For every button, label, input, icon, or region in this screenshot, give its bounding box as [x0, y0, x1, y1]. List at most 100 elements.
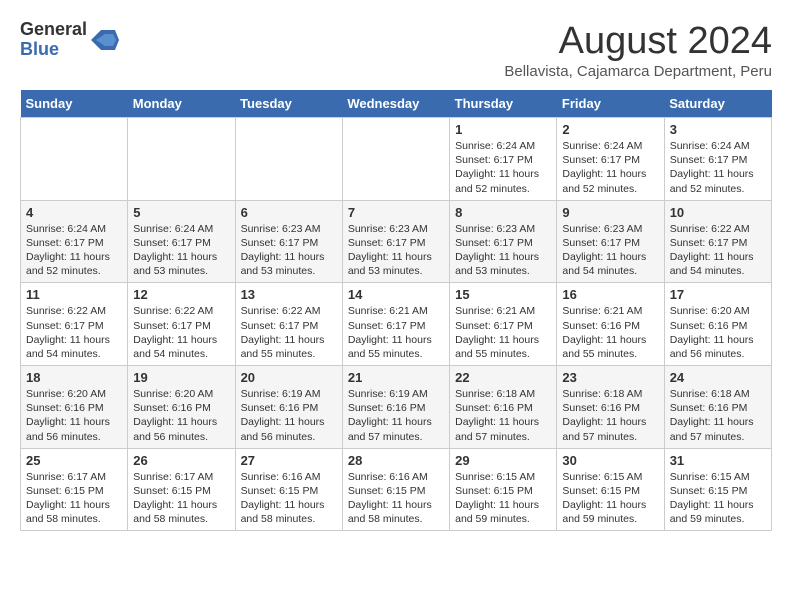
day-info: Sunrise: 6:18 AM Sunset: 6:16 PM Dayligh…	[670, 387, 766, 444]
month-year-title: August 2024	[504, 20, 772, 63]
day-info: Sunrise: 6:23 AM Sunset: 6:17 PM Dayligh…	[455, 222, 551, 279]
day-number: 20	[241, 370, 337, 385]
day-info: Sunrise: 6:16 AM Sunset: 6:15 PM Dayligh…	[348, 470, 444, 527]
calendar-cell: 31 Sunrise: 6:15 AM Sunset: 6:15 PM Dayli…	[664, 448, 771, 531]
day-number: 14	[348, 287, 444, 302]
day-info: Sunrise: 6:20 AM Sunset: 6:16 PM Dayligh…	[670, 304, 766, 361]
day-info: Sunrise: 6:15 AM Sunset: 6:15 PM Dayligh…	[562, 470, 658, 527]
calendar-cell	[21, 118, 128, 201]
calendar-cell: 15 Sunrise: 6:21 AM Sunset: 6:17 PM Dayli…	[450, 283, 557, 366]
header-day-sunday: Sunday	[21, 90, 128, 118]
calendar-cell: 7 Sunrise: 6:23 AM Sunset: 6:17 PM Daylig…	[342, 200, 449, 283]
day-info: Sunrise: 6:24 AM Sunset: 6:17 PM Dayligh…	[26, 222, 122, 279]
day-info: Sunrise: 6:17 AM Sunset: 6:15 PM Dayligh…	[133, 470, 229, 527]
calendar-cell: 13Sunrise: 6:22 AM Sunset: 6:17 PM Dayli…	[235, 283, 342, 366]
day-info: Sunrise: 6:22 AM Sunset: 6:17 PM Dayligh…	[26, 304, 122, 361]
calendar-cell: 20 Sunrise: 6:19 AM Sunset: 6:16 PM Dayli…	[235, 366, 342, 449]
calendar-cell: 6Sunrise: 6:23 AM Sunset: 6:17 PM Daylig…	[235, 200, 342, 283]
day-number: 10	[670, 205, 766, 220]
day-number: 23	[562, 370, 658, 385]
calendar-cell: 23 Sunrise: 6:18 AM Sunset: 6:16 PM Dayli…	[557, 366, 664, 449]
day-number: 19	[133, 370, 229, 385]
day-number: 8	[455, 205, 551, 220]
day-number: 29	[455, 453, 551, 468]
day-number: 13	[241, 287, 337, 302]
day-info: Sunrise: 6:21 AM Sunset: 6:17 PM Dayligh…	[348, 304, 444, 361]
calendar-cell: 18Sunrise: 6:20 AM Sunset: 6:16 PM Dayli…	[21, 366, 128, 449]
calendar-cell: 8 Sunrise: 6:23 AM Sunset: 6:17 PM Daylig…	[450, 200, 557, 283]
calendar-table: SundayMondayTuesdayWednesdayThursdayFrid…	[20, 90, 772, 531]
day-number: 11	[26, 287, 122, 302]
day-number: 6	[241, 205, 337, 220]
calendar-header: SundayMondayTuesdayWednesdayThursdayFrid…	[21, 90, 772, 118]
calendar-cell: 29 Sunrise: 6:15 AM Sunset: 6:15 PM Dayli…	[450, 448, 557, 531]
calendar-cell: 26 Sunrise: 6:17 AM Sunset: 6:15 PM Dayli…	[128, 448, 235, 531]
calendar-cell	[342, 118, 449, 201]
calendar-cell: 27 Sunrise: 6:16 AM Sunset: 6:15 PM Dayli…	[235, 448, 342, 531]
logo-icon	[91, 26, 119, 54]
day-info: Sunrise: 6:22 AM Sunset: 6:17 PM Dayligh…	[133, 304, 229, 361]
calendar-cell: 14 Sunrise: 6:21 AM Sunset: 6:17 PM Dayli…	[342, 283, 449, 366]
day-info: Sunrise: 6:19 AM Sunset: 6:16 PM Dayligh…	[348, 387, 444, 444]
calendar-cell: 10 Sunrise: 6:22 AM Sunset: 6:17 PM Dayli…	[664, 200, 771, 283]
calendar-cell: 21 Sunrise: 6:19 AM Sunset: 6:16 PM Dayli…	[342, 366, 449, 449]
day-number: 12	[133, 287, 229, 302]
calendar-cell: 3 Sunrise: 6:24 AM Sunset: 6:17 PM Daylig…	[664, 118, 771, 201]
day-number: 4	[26, 205, 122, 220]
day-info: Sunrise: 6:18 AM Sunset: 6:16 PM Dayligh…	[562, 387, 658, 444]
location-subtitle: Bellavista, Cajamarca Department, Peru	[504, 63, 772, 80]
calendar-cell: 19 Sunrise: 6:20 AM Sunset: 6:16 PM Dayli…	[128, 366, 235, 449]
header-day-monday: Monday	[128, 90, 235, 118]
header-row: SundayMondayTuesdayWednesdayThursdayFrid…	[21, 90, 772, 118]
day-info: Sunrise: 6:21 AM Sunset: 6:17 PM Dayligh…	[455, 304, 551, 361]
day-number: 16	[562, 287, 658, 302]
day-number: 18	[26, 370, 122, 385]
calendar-cell: 2Sunrise: 6:24 AM Sunset: 6:17 PM Daylig…	[557, 118, 664, 201]
logo-general-text: General	[20, 20, 87, 40]
day-number: 7	[348, 205, 444, 220]
day-info: Sunrise: 6:19 AM Sunset: 6:16 PM Dayligh…	[241, 387, 337, 444]
calendar-cell: 28Sunrise: 6:16 AM Sunset: 6:15 PM Dayli…	[342, 448, 449, 531]
day-number: 26	[133, 453, 229, 468]
day-number: 21	[348, 370, 444, 385]
day-info: Sunrise: 6:24 AM Sunset: 6:17 PM Dayligh…	[455, 139, 551, 196]
day-info: Sunrise: 6:20 AM Sunset: 6:16 PM Dayligh…	[133, 387, 229, 444]
title-section: August 2024 Bellavista, Cajamarca Depart…	[504, 20, 772, 80]
day-number: 22	[455, 370, 551, 385]
day-info: Sunrise: 6:16 AM Sunset: 6:15 PM Dayligh…	[241, 470, 337, 527]
day-number: 3	[670, 122, 766, 137]
calendar-cell	[128, 118, 235, 201]
day-number: 9	[562, 205, 658, 220]
calendar-cell: 24Sunrise: 6:18 AM Sunset: 6:16 PM Dayli…	[664, 366, 771, 449]
header-day-friday: Friday	[557, 90, 664, 118]
header-day-tuesday: Tuesday	[235, 90, 342, 118]
day-number: 17	[670, 287, 766, 302]
day-info: Sunrise: 6:15 AM Sunset: 6:15 PM Dayligh…	[670, 470, 766, 527]
logo: General Blue	[20, 20, 119, 60]
day-info: Sunrise: 6:24 AM Sunset: 6:17 PM Dayligh…	[562, 139, 658, 196]
day-number: 30	[562, 453, 658, 468]
day-info: Sunrise: 6:21 AM Sunset: 6:16 PM Dayligh…	[562, 304, 658, 361]
day-number: 31	[670, 453, 766, 468]
page-header: General Blue August 2024 Bellavista, Caj…	[20, 20, 772, 80]
calendar-cell	[235, 118, 342, 201]
calendar-cell: 25Sunrise: 6:17 AM Sunset: 6:15 PM Dayli…	[21, 448, 128, 531]
header-day-thursday: Thursday	[450, 90, 557, 118]
header-day-saturday: Saturday	[664, 90, 771, 118]
calendar-cell: 5Sunrise: 6:24 AM Sunset: 6:17 PM Daylig…	[128, 200, 235, 283]
day-info: Sunrise: 6:15 AM Sunset: 6:15 PM Dayligh…	[455, 470, 551, 527]
day-number: 25	[26, 453, 122, 468]
day-info: Sunrise: 6:23 AM Sunset: 6:17 PM Dayligh…	[348, 222, 444, 279]
day-number: 15	[455, 287, 551, 302]
calendar-cell: 22 Sunrise: 6:18 AM Sunset: 6:16 PM Dayli…	[450, 366, 557, 449]
day-number: 27	[241, 453, 337, 468]
week-row-2: 11 Sunrise: 6:22 AM Sunset: 6:17 PM Dayli…	[21, 283, 772, 366]
day-info: Sunrise: 6:24 AM Sunset: 6:17 PM Dayligh…	[670, 139, 766, 196]
day-info: Sunrise: 6:18 AM Sunset: 6:16 PM Dayligh…	[455, 387, 551, 444]
day-info: Sunrise: 6:22 AM Sunset: 6:17 PM Dayligh…	[670, 222, 766, 279]
day-info: Sunrise: 6:24 AM Sunset: 6:17 PM Dayligh…	[133, 222, 229, 279]
week-row-1: 4 Sunrise: 6:24 AM Sunset: 6:17 PM Daylig…	[21, 200, 772, 283]
calendar-cell: 11 Sunrise: 6:22 AM Sunset: 6:17 PM Dayli…	[21, 283, 128, 366]
week-row-0: 1Sunrise: 6:24 AM Sunset: 6:17 PM Daylig…	[21, 118, 772, 201]
calendar-cell: 9Sunrise: 6:23 AM Sunset: 6:17 PM Daylig…	[557, 200, 664, 283]
